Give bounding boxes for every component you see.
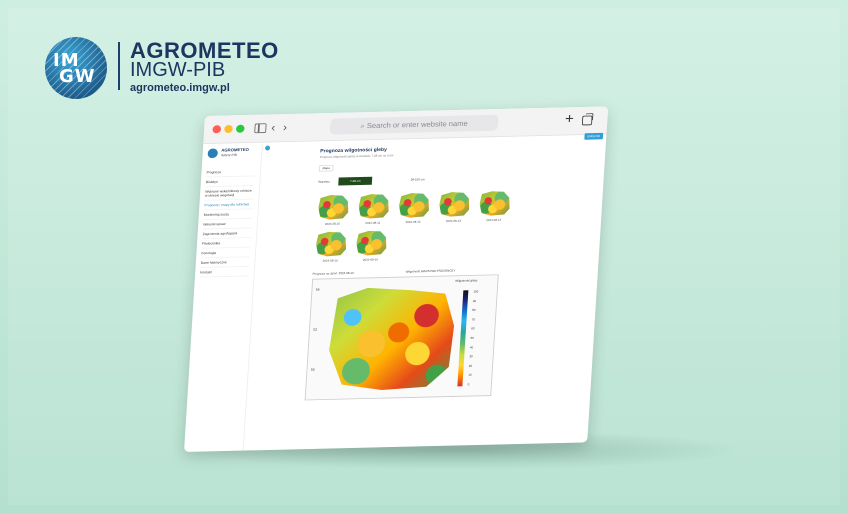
thumbnail-date: 2024-08-14	[486, 218, 502, 222]
thumbnail-date: 2024-08-16	[362, 258, 379, 262]
layer-option[interactable]: 28-100 cm	[411, 178, 425, 182]
y-axis-label: 50	[310, 367, 315, 372]
tabs-overview-icon[interactable]	[581, 115, 593, 126]
forecast-thumbnail[interactable]: 2024-08-15	[313, 230, 349, 263]
forecast-thumbnail[interactable]: 2024-08-10	[316, 193, 352, 226]
forecast-thumbnail[interactable]: 2024-08-11	[356, 192, 392, 225]
legend-value: 30	[469, 354, 473, 359]
web-page: AGROMETEO IMGW-PIB Prognoza Biuletyn Wyb…	[184, 132, 606, 453]
logo-text-line2: GW	[59, 66, 96, 87]
forecast-thumbnail[interactable]: 2024-08-16	[354, 229, 390, 262]
forecast-thumbnail[interactable]: 2024-08-14	[477, 189, 513, 222]
legend-value: 20	[468, 364, 473, 368]
sidebar-icon[interactable]	[254, 123, 267, 134]
legend-value: 0	[467, 382, 470, 387]
poland-moisture-map	[321, 282, 462, 393]
minimize-window-button[interactable]	[224, 124, 233, 134]
language-button[interactable]: ENGLISH	[584, 132, 604, 140]
legend-value: 50	[470, 336, 474, 340]
thumbnail-map	[396, 191, 431, 219]
close-window-button[interactable]	[212, 125, 222, 134]
site-nav: Prognoza Biuletyn Wybrane wskaźnikowy ro…	[199, 166, 256, 278]
legend-value: 90	[472, 299, 477, 303]
thumbnail-map	[477, 189, 512, 217]
legend-value: 80	[472, 308, 476, 312]
thumbnail-date: 2024-08-12	[405, 220, 421, 224]
thumbnail-map	[314, 230, 349, 258]
legend-value: 100	[473, 290, 479, 294]
logo-text: IM GW	[53, 52, 96, 87]
thumbnail-map	[354, 229, 389, 257]
big-map-caption-row: Prognoza na dzień: 2024-08-10 Wilgotność…	[312, 269, 455, 276]
brand-url: agrometeo.imgw.pl	[130, 82, 230, 94]
legend-title: Wilgotność gleby	[455, 278, 478, 283]
zoom-window-button[interactable]	[235, 124, 245, 133]
address-bar[interactable]: ⌕ Search or enter website name	[329, 114, 499, 135]
y-axis-label: 52	[313, 327, 318, 332]
big-map-note: Wilgotność WARSTWA PRZOGNOZY	[405, 269, 456, 274]
brand-subtitle: IMGW-PIB	[130, 59, 226, 81]
nav-item[interactable]: Kontakt	[199, 266, 250, 278]
legend-value: 70	[471, 317, 476, 322]
legend-value: 40	[469, 345, 474, 349]
thumbnail-map	[437, 190, 472, 218]
main-content: Prognoza wilgotności gleby Prognoza wilg…	[304, 143, 573, 401]
legend-value: 10	[468, 373, 472, 377]
thumbnail-map	[356, 192, 391, 220]
thumbnail-date: 2024-08-15	[322, 259, 338, 263]
legend-color-bar	[457, 290, 469, 387]
thumbnail-date: 2024-08-11	[365, 221, 381, 225]
forecast-thumbnails: 2024-08-10 2024-08-11 2024-08-12 2024-08…	[313, 189, 519, 267]
y-axis-label: 54	[315, 287, 320, 292]
info-icon[interactable]	[264, 145, 271, 151]
legend-labels: 100 90 80 70 60 50 40 30 20 10 0	[468, 290, 479, 386]
filter-row: Warstwa 7-28 cm 28-100 cm	[318, 172, 571, 188]
forward-icon[interactable]: ›	[283, 120, 288, 133]
site-logo-icon[interactable]	[207, 148, 219, 159]
new-tab-icon[interactable]: +	[565, 110, 575, 127]
back-icon[interactable]: ‹	[271, 121, 276, 134]
thumbnail-date: 2024-08-13	[445, 219, 462, 223]
thumbnail-date: 2024-08-10	[324, 222, 341, 226]
soil-moisture-map: 54 52 50 Wilgotność gleby 100 90 80 70 6…	[304, 274, 499, 401]
view-chip[interactable]: Mapa	[318, 164, 334, 172]
forecast-thumbnail[interactable]: 2024-08-12	[396, 191, 432, 224]
legend-value: 60	[471, 327, 475, 331]
filter-label: Warstwa	[318, 180, 330, 184]
address-placeholder: Search or enter website name	[366, 119, 469, 130]
site-logo-sub: IMGW-PIB	[220, 152, 238, 158]
layer-button[interactable]: 7-28 cm	[338, 176, 373, 186]
nav-item[interactable]: Wybrane wskaźnikowy rolnicze w okresie w…	[204, 185, 255, 201]
logo-divider	[118, 42, 120, 90]
imgw-logo-icon: IM GW	[45, 37, 107, 99]
big-map-caption: Prognoza na dzień: 2024-08-10	[312, 271, 354, 276]
browser-window: ‹ › ⌕ Search or enter website name + AGR…	[184, 106, 609, 453]
forecast-thumbnail[interactable]: 2024-08-13	[437, 190, 473, 223]
thumbnail-map	[316, 193, 351, 221]
